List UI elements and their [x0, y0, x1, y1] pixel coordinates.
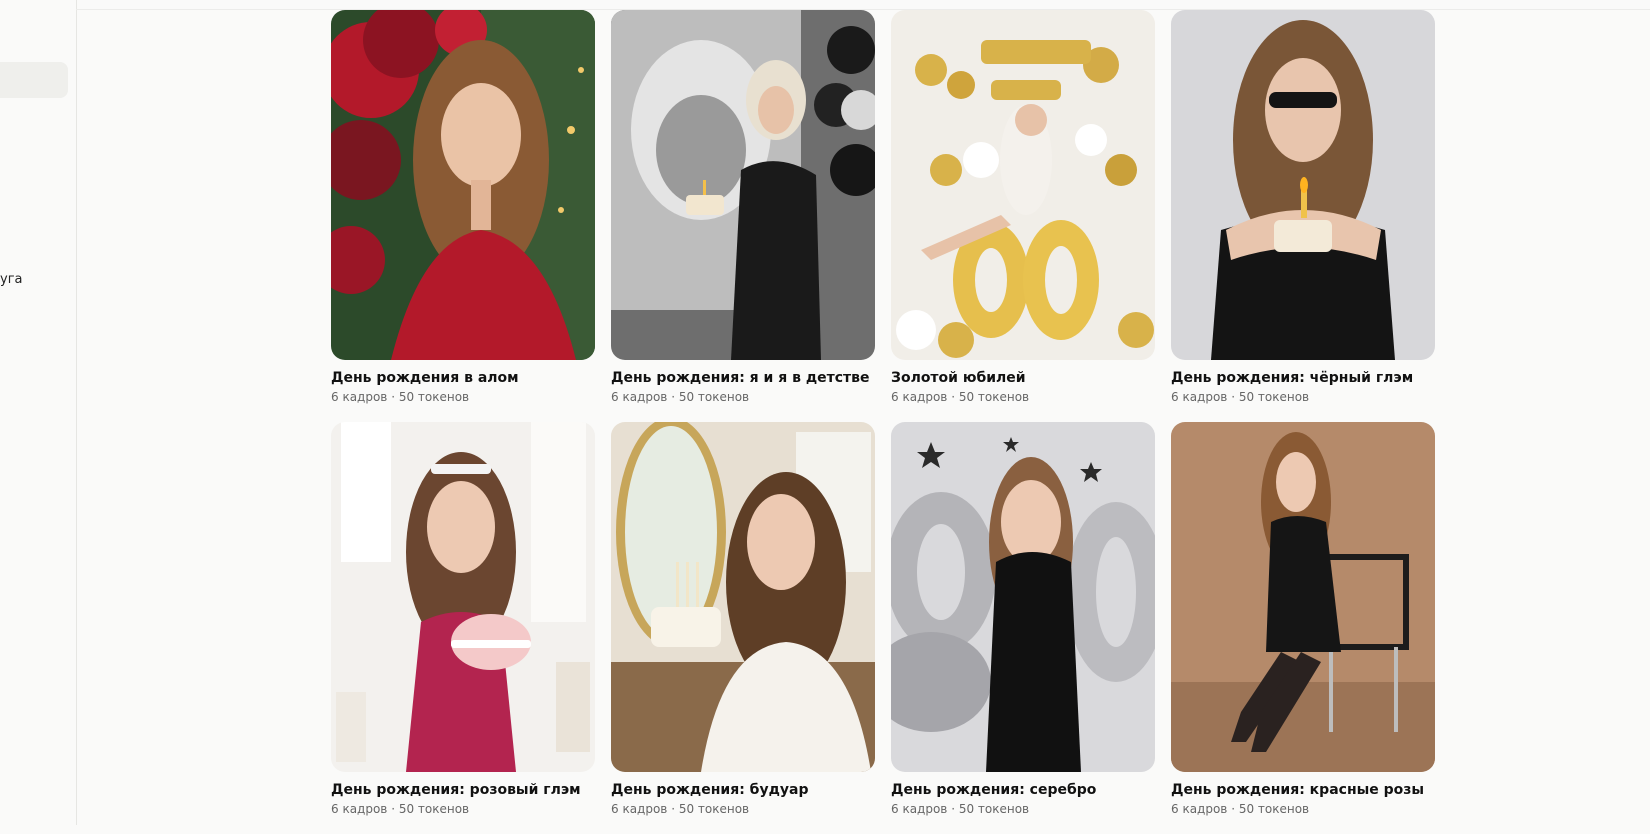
template-grid: День рождения в алом 6 кадров · 50 токен…	[331, 10, 1435, 834]
card-meta: 6 кадров · 50 токенов	[1171, 390, 1310, 404]
template-card[interactable]: День рождения: красные розы 6 кадров · 5…	[1171, 422, 1435, 834]
card-meta: 6 кадров · 50 токенов	[611, 802, 750, 816]
card-image	[611, 422, 875, 772]
card-image	[891, 422, 1155, 772]
template-card[interactable]: День рождения: я и я в детстве 6 кадров …	[611, 10, 875, 422]
card-meta: 6 кадров · 50 токенов	[331, 802, 470, 816]
sidebar-item-label[interactable]: уга	[0, 272, 23, 287]
card-thumbnail[interactable]	[611, 10, 875, 360]
card-meta: 6 кадров · 50 токенов	[1171, 802, 1310, 816]
card-thumbnail[interactable]	[331, 10, 595, 360]
card-image	[611, 10, 875, 360]
template-card[interactable]: День рождения: будуар 6 кадров · 50 токе…	[611, 422, 875, 834]
sidebar: уга	[0, 0, 77, 825]
card-title[interactable]: День рождения: чёрный глэм	[1171, 370, 1435, 387]
card-thumbnail[interactable]	[891, 10, 1155, 360]
template-card[interactable]: День рождения: розовый глэм 6 кадров · 5…	[331, 422, 595, 834]
card-thumbnail[interactable]	[331, 422, 595, 772]
template-card[interactable]: День рождения: чёрный глэм 6 кадров · 50…	[1171, 10, 1435, 422]
template-card[interactable]: День рождения: серебро 6 кадров · 50 ток…	[891, 422, 1155, 834]
card-image	[891, 10, 1155, 360]
card-meta: 6 кадров · 50 токенов	[891, 802, 1030, 816]
card-title[interactable]: Золотой юбилей	[891, 370, 1155, 387]
card-image	[1171, 10, 1435, 360]
template-card[interactable]: Золотой юбилей 6 кадров · 50 токенов	[891, 10, 1155, 422]
card-meta: 6 кадров · 50 токенов	[611, 390, 750, 404]
card-title[interactable]: День рождения в алом	[331, 370, 595, 387]
card-title[interactable]: День рождения: красные розы	[1171, 782, 1435, 799]
card-meta: 6 кадров · 50 токенов	[331, 390, 470, 404]
card-meta: 6 кадров · 50 токенов	[891, 390, 1030, 404]
card-image	[331, 10, 595, 360]
card-thumbnail[interactable]	[1171, 422, 1435, 772]
card-image	[331, 422, 595, 772]
card-thumbnail[interactable]	[1171, 10, 1435, 360]
template-card[interactable]: День рождения в алом 6 кадров · 50 токен…	[331, 10, 595, 422]
card-title[interactable]: День рождения: будуар	[611, 782, 875, 799]
card-image	[1171, 422, 1435, 772]
card-title[interactable]: День рождения: я и я в детстве	[611, 370, 875, 387]
card-title[interactable]: День рождения: серебро	[891, 782, 1155, 799]
sidebar-active-item[interactable]	[0, 62, 68, 98]
card-thumbnail[interactable]	[611, 422, 875, 772]
card-thumbnail[interactable]	[891, 422, 1155, 772]
card-title[interactable]: День рождения: розовый глэм	[331, 782, 595, 799]
